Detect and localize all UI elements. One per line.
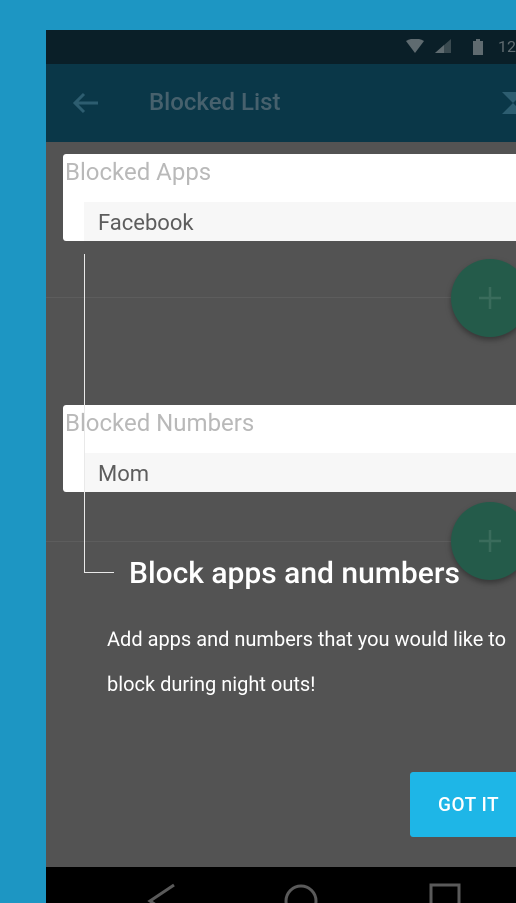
got-it-button[interactable]: GOT IT <box>410 772 516 837</box>
back-arrow-icon[interactable] <box>70 87 102 119</box>
status-time: 12 <box>498 37 516 56</box>
list-item-label: Mom <box>98 462 150 487</box>
divider <box>46 541 516 542</box>
coach-mark-connector <box>84 572 114 573</box>
back-nav-icon[interactable] <box>146 883 178 903</box>
page-title: Blocked List <box>149 88 281 116</box>
recents-nav-icon[interactable] <box>429 883 461 903</box>
status-bar: 12 <box>46 30 516 64</box>
plus-icon <box>479 530 501 552</box>
list-item[interactable]: Facebook <box>84 202 516 241</box>
battery-icon <box>473 39 483 55</box>
coach-mark-title: Block apps and numbers <box>129 556 460 591</box>
add-number-button[interactable] <box>451 502 516 580</box>
blocked-numbers-label: Blocked Numbers <box>65 409 255 437</box>
plus-icon <box>479 287 501 309</box>
app-bar: Blocked List <box>46 64 516 142</box>
wifi-icon <box>406 39 424 53</box>
list-item[interactable]: Mom <box>84 453 516 492</box>
list-item-label: Facebook <box>98 211 194 236</box>
blocked-apps-section: Blocked Apps Facebook <box>63 154 516 241</box>
signal-icon <box>435 39 451 53</box>
divider <box>46 297 516 298</box>
coach-mark-connector <box>84 254 85 572</box>
blocked-numbers-section: Blocked Numbers Mom <box>63 405 516 492</box>
hourglass-icon[interactable] <box>500 90 516 116</box>
blocked-apps-label: Blocked Apps <box>65 158 212 186</box>
home-nav-icon[interactable] <box>283 883 319 903</box>
coach-mark-description: Add apps and numbers that you would like… <box>107 627 507 696</box>
navigation-bar <box>46 867 516 903</box>
phone-screen: 12 Blocked List Blocked Apps Facebook Bl… <box>46 30 516 903</box>
add-app-button[interactable] <box>451 259 516 337</box>
